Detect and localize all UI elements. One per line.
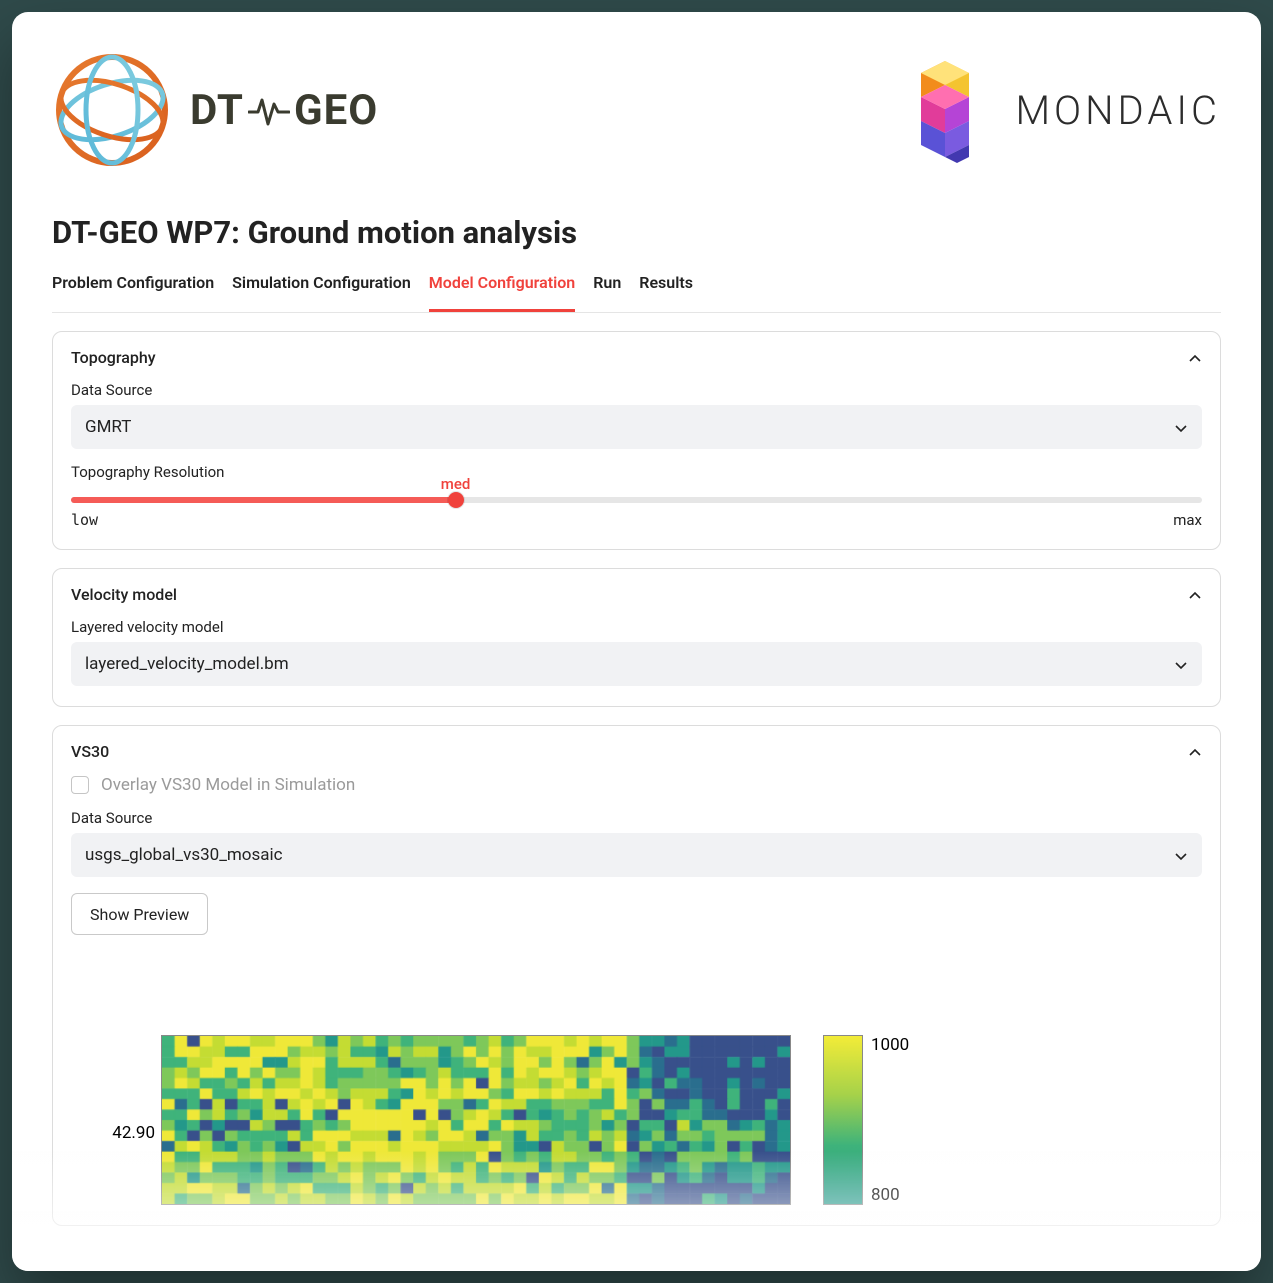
select-value: GMRT [85,417,131,437]
tabs: Problem Configuration Simulation Configu… [52,269,1221,313]
colorbar-canvas [823,1035,863,1205]
overlay-vs30-row: Overlay VS30 Model in Simulation [71,775,1202,795]
colorbar-tick-bottom: 800 [871,1185,909,1205]
slider-max-label: max [1173,511,1202,529]
colorbar-tick-top: 1000 [871,1035,909,1055]
colorbar: 1000 800 [823,1035,909,1205]
slider-thumb[interactable] [448,492,464,508]
slider-range-labels: low max [71,511,1202,529]
app-window: DT GEO [12,12,1261,1271]
logo-text-geo: GEO [294,86,378,135]
header: DT GEO [52,40,1221,180]
card-velocity-title: Velocity model [71,585,177,604]
show-preview-button[interactable]: Show Preview [71,893,208,935]
vs30-heatmap: 42.90 1000 800 [71,1035,1202,1205]
dtgeo-text: DT GEO [190,86,378,135]
card-topography-header[interactable]: Topography [71,348,1202,367]
select-topography-data-source[interactable]: GMRT [71,405,1202,449]
dtgeo-logo: DT GEO [52,50,378,170]
checkbox-overlay-vs30[interactable] [71,776,89,794]
select-vs30-data-source[interactable]: usgs_global_vs30_mosaic [71,833,1202,877]
globe-icon [52,50,172,170]
mondaic-text: MONDAIC [1015,87,1221,134]
select-value: layered_velocity_model.bm [85,654,289,674]
card-velocity: Velocity model Layered velocity model la… [52,568,1221,707]
chevron-down-icon [1174,420,1188,434]
slider-value-label: med [441,475,471,493]
card-vs30-header[interactable]: VS30 [71,742,1202,761]
card-topography: Topography Data Source GMRT Topography R… [52,331,1221,550]
select-layered-velocity[interactable]: layered_velocity_model.bm [71,642,1202,686]
chevron-up-icon [1188,745,1202,759]
pulse-icon [248,92,290,128]
chevron-down-icon [1174,848,1188,862]
card-topography-title: Topography [71,348,156,367]
slider-fill [71,497,456,503]
label-layered-velocity: Layered velocity model [71,618,1202,636]
slider-min-label: low [71,511,98,529]
tab-model-configuration[interactable]: Model Configuration [429,269,575,312]
mondaic-logo: MONDAIC [897,55,1221,165]
colorbar-ticks: 1000 800 [871,1035,909,1205]
heatmap-ytick: 42.90 [71,1123,155,1143]
chevron-down-icon [1174,657,1188,671]
slider-topography-resolution[interactable]: med low max [71,497,1202,529]
chevron-up-icon [1188,351,1202,365]
label-vs30-data-source: Data Source [71,809,1202,827]
card-vs30-title: VS30 [71,742,109,761]
select-value: usgs_global_vs30_mosaic [85,845,283,865]
label-overlay-vs30: Overlay VS30 Model in Simulation [101,775,355,795]
label-topography-data-source: Data Source [71,381,1202,399]
tab-results[interactable]: Results [639,269,693,312]
tab-problem-configuration[interactable]: Problem Configuration [52,269,214,312]
slider-track [71,497,1202,503]
cubes-icon [897,55,993,165]
card-vs30: VS30 Overlay VS30 Model in Simulation Da… [52,725,1221,1226]
heatmap-canvas [161,1035,791,1205]
logo-text-dt: DT [190,86,244,135]
chevron-up-icon [1188,588,1202,602]
tab-run[interactable]: Run [593,269,621,312]
card-velocity-header[interactable]: Velocity model [71,585,1202,604]
page-title: DT-GEO WP7: Ground motion analysis [52,214,1221,251]
tab-simulation-configuration[interactable]: Simulation Configuration [232,269,411,312]
label-topography-resolution: Topography Resolution [71,463,1202,481]
